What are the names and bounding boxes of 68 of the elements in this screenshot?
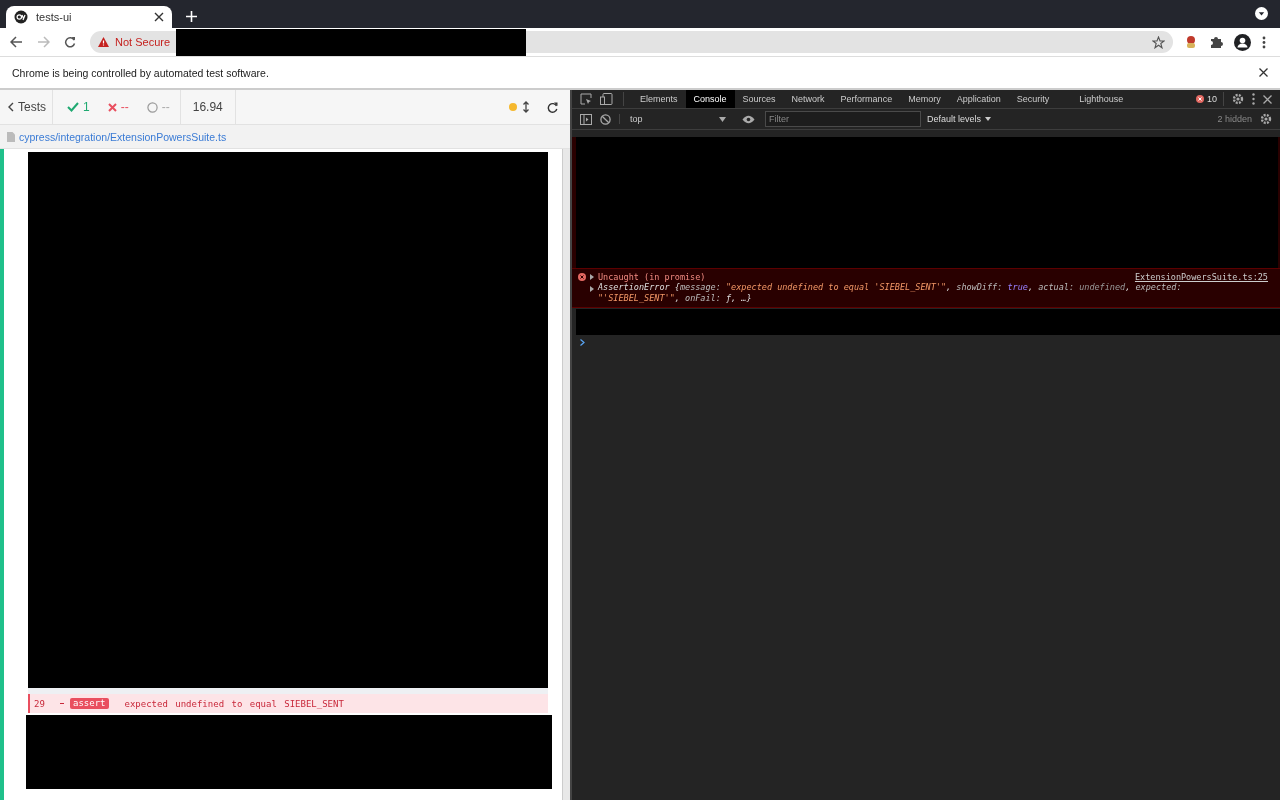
back-icon[interactable] bbox=[10, 36, 23, 48]
settings-icon[interactable] bbox=[1232, 93, 1244, 105]
eye-icon[interactable] bbox=[742, 114, 755, 124]
star-icon[interactable] bbox=[1152, 35, 1165, 49]
duration: 16.94 bbox=[192, 100, 223, 114]
levels-dropdown[interactable]: Default levels bbox=[927, 114, 992, 124]
devtools-tab[interactable]: Network bbox=[783, 90, 833, 108]
devtools-tab[interactable]: Elements bbox=[632, 90, 686, 108]
assert-tag: assert bbox=[70, 698, 109, 709]
assertion-message: expected undefined to equal SIEBEL_SENT bbox=[124, 698, 344, 709]
line-number: 29 bbox=[34, 698, 46, 709]
failed-count: -- bbox=[120, 100, 129, 114]
prompt-chevron-icon[interactable] bbox=[580, 339, 585, 346]
devtools-tab[interactable]: Memory bbox=[900, 90, 949, 108]
scrollbar[interactable] bbox=[562, 149, 570, 800]
puzzle-icon[interactable] bbox=[1209, 35, 1223, 49]
passed-count: 1 bbox=[83, 100, 90, 114]
dropdown-icon[interactable] bbox=[1255, 7, 1268, 20]
caret-icon bbox=[985, 117, 992, 121]
automation-notice: Chrome is being controlled by automated test software. bbox=[12, 66, 269, 79]
caret-icon bbox=[719, 116, 726, 122]
tests-link[interactable]: Tests bbox=[0, 90, 53, 124]
devtools-tab[interactable]: Application bbox=[948, 90, 1009, 108]
cross-icon bbox=[107, 102, 117, 112]
logo-icon bbox=[14, 10, 28, 24]
file-icon bbox=[7, 131, 15, 142]
device-icon[interactable] bbox=[600, 93, 613, 105]
settings-icon[interactable] bbox=[1260, 113, 1272, 125]
devtools-tab[interactable]: Performance bbox=[832, 90, 901, 108]
pending-count: -- bbox=[161, 100, 170, 114]
close-icon[interactable] bbox=[154, 12, 164, 22]
source-link[interactable]: ExtensionPowersSuite.ts:25 bbox=[1134, 272, 1268, 282]
devtools-tab[interactable]: Lighthouse bbox=[1071, 90, 1132, 108]
extension-icon[interactable] bbox=[1184, 35, 1198, 49]
hidden-count: 2 hidden bbox=[1217, 114, 1252, 124]
devtools-tab[interactable]: Console bbox=[685, 90, 735, 108]
reload-icon[interactable] bbox=[547, 101, 558, 113]
new-tab-icon[interactable] bbox=[186, 11, 197, 22]
close-icon[interactable] bbox=[1263, 94, 1272, 104]
devtools-tab[interactable]: Sources bbox=[734, 90, 784, 108]
close-icon[interactable] bbox=[1259, 68, 1268, 77]
browser-tab[interactable]: tests-ui bbox=[6, 6, 172, 28]
more-icon[interactable] bbox=[1262, 35, 1266, 49]
dash-icon bbox=[60, 703, 64, 704]
more-icon[interactable] bbox=[1252, 93, 1255, 105]
chevron-left-icon bbox=[8, 102, 14, 112]
spec-file-link[interactable]: cypress/integration/ExtensionPowersSuite.ts bbox=[19, 130, 227, 143]
inspect-icon[interactable] bbox=[580, 93, 592, 105]
warning-icon bbox=[98, 37, 109, 47]
context-select[interactable]: top bbox=[619, 114, 730, 124]
command-row[interactable]: 29 assert expected undefined to equal SIEBEL_SENT bbox=[28, 694, 548, 713]
error-counter[interactable]: 10 bbox=[1196, 94, 1217, 104]
error-summary: Uncaught (in promise) bbox=[598, 272, 706, 282]
check-icon bbox=[67, 102, 79, 112]
filter-field[interactable]: Filter bbox=[765, 111, 921, 127]
security-warning[interactable]: Not Secure bbox=[115, 36, 171, 48]
clear-icon[interactable] bbox=[600, 113, 611, 125]
circle-icon bbox=[146, 101, 158, 113]
reload-icon[interactable] bbox=[64, 36, 76, 48]
error-icon bbox=[578, 273, 586, 281]
profile-icon[interactable] bbox=[1234, 33, 1251, 51]
address-bar[interactable]: Not Secure bbox=[90, 31, 1173, 53]
error-icon bbox=[1196, 95, 1204, 103]
sidebar-icon[interactable] bbox=[580, 113, 592, 125]
devtools-tab[interactable]: Security bbox=[1008, 90, 1058, 108]
error-object: AssertionError {message: "expected undefined to equal 'SIEBEL_SENT'", showDiff: true, actual: undefined, expected: "'SIEBEL_SENT'", onFail: ƒ, …} bbox=[598, 282, 1183, 304]
up-down-arrow-icon[interactable] bbox=[523, 101, 529, 113]
status-dot-icon bbox=[509, 103, 517, 111]
